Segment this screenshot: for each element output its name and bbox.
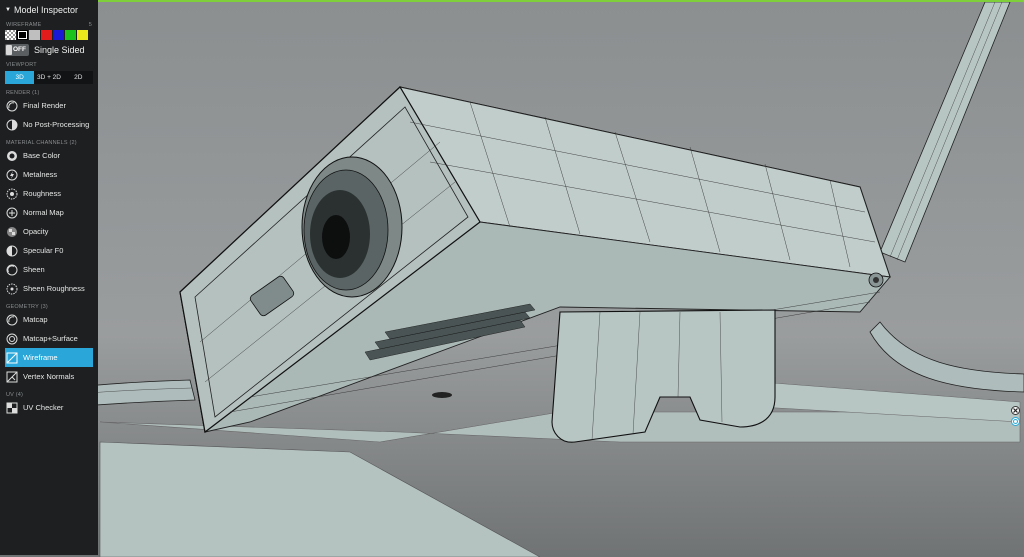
wireframe-icon bbox=[6, 352, 18, 363]
menu-item-final-render[interactable]: Final Render bbox=[0, 96, 98, 115]
wireframe-model-render bbox=[0, 2, 1024, 557]
wireframe-value: 5 bbox=[88, 22, 92, 28]
menu-item-roughness[interactable]: Roughness bbox=[0, 184, 98, 203]
uv-section-label: UV (4) bbox=[6, 392, 24, 398]
collapse-triangle-icon[interactable]: ▼ bbox=[5, 7, 11, 13]
menu-item-uv-checker[interactable]: UV Checker bbox=[0, 398, 98, 417]
viewport-side-buttons bbox=[1011, 406, 1021, 428]
menu-item-normal-map[interactable]: Normal Map bbox=[0, 203, 98, 222]
menu-item-sheen[interactable]: Sheen bbox=[0, 260, 98, 279]
info-icon[interactable] bbox=[1011, 417, 1020, 426]
menu-item-label: Base Color bbox=[23, 151, 61, 160]
menu-item-label: Vertex Normals bbox=[23, 372, 75, 381]
single-sided-row: OFF Single Sided bbox=[0, 40, 98, 56]
menu-item-label: Opacity bbox=[23, 227, 49, 236]
menu-item-label: Wireframe bbox=[23, 353, 58, 362]
half-sphere-icon bbox=[6, 119, 18, 130]
menu-item-label: UV Checker bbox=[23, 403, 64, 412]
wireframe-section-label: WIREFRAME bbox=[6, 22, 42, 28]
render-sphere-icon bbox=[6, 100, 18, 111]
opacity-checker-icon bbox=[7, 226, 17, 237]
metalness-icon bbox=[6, 169, 18, 180]
render-section-label: RENDER (1) bbox=[6, 90, 40, 96]
menu-item-label: Roughness bbox=[23, 189, 61, 198]
single-sided-label: Single Sided bbox=[34, 45, 85, 55]
swatch-green[interactable] bbox=[65, 30, 76, 40]
base-color-icon bbox=[7, 150, 17, 161]
menu-item-base-color[interactable]: Base Color bbox=[0, 146, 98, 165]
swatch-yellow[interactable] bbox=[77, 30, 88, 40]
menu-item-metalness[interactable]: Metalness bbox=[0, 165, 98, 184]
3d-viewport[interactable] bbox=[0, 0, 1024, 557]
menu-item-label: Final Render bbox=[23, 101, 66, 110]
toggle-knob bbox=[6, 45, 12, 55]
sheen-roughness-icon bbox=[6, 283, 18, 294]
roughness-icon bbox=[6, 188, 18, 199]
menu-item-vertex-normals[interactable]: Vertex Normals bbox=[0, 367, 98, 386]
menu-item-label: Normal Map bbox=[23, 208, 64, 217]
panel-header[interactable]: ▼ Model Inspector bbox=[0, 4, 98, 16]
close-icon[interactable] bbox=[1011, 406, 1020, 415]
specular-icon bbox=[6, 245, 18, 256]
menu-item-label: Specular F0 bbox=[23, 246, 64, 255]
viewport-section-header: VIEWPORT bbox=[0, 62, 98, 68]
swatch-black[interactable] bbox=[17, 30, 28, 40]
sheen-icon bbox=[6, 264, 18, 275]
menu-item-matcap-surface[interactable]: Matcap+Surface bbox=[0, 329, 98, 348]
matcap-icon bbox=[6, 314, 18, 325]
menu-item-label: Matcap+Surface bbox=[23, 334, 78, 343]
matcap-surface-icon bbox=[6, 333, 18, 344]
menu-item-opacity[interactable]: Opacity bbox=[0, 222, 98, 241]
toggle-state-text: OFF bbox=[13, 46, 26, 53]
normal-map-icon bbox=[6, 207, 18, 218]
swatch-gray[interactable] bbox=[29, 30, 40, 40]
menu-item-label: No Post-Processing bbox=[23, 120, 90, 129]
material-section-label: MATERIAL CHANNELS (2) bbox=[6, 140, 77, 146]
uv-checker-icon bbox=[6, 402, 18, 413]
menu-item-label: Sheen bbox=[23, 265, 45, 274]
swatch-checker[interactable] bbox=[5, 30, 16, 40]
menu-item-matcap[interactable]: Matcap bbox=[0, 310, 98, 329]
menu-item-no-post-processing[interactable]: No Post-Processing bbox=[0, 115, 98, 134]
vertex-normals-icon bbox=[6, 371, 18, 382]
menu-item-label: Metalness bbox=[23, 170, 58, 179]
viewport-3d-button[interactable]: 3D bbox=[5, 71, 35, 84]
viewport-2d-button[interactable]: 2D bbox=[63, 71, 93, 84]
viewport-3d-2d-button[interactable]: 3D + 2D bbox=[34, 71, 64, 84]
model-inspector-panel: ▼ Model Inspector WIREFRAME 5 OFF Single… bbox=[0, 0, 98, 555]
swatch-blue[interactable] bbox=[53, 30, 64, 40]
panel-title: Model Inspector bbox=[13, 5, 78, 15]
geometry-section-label: GEOMETRY (3) bbox=[6, 304, 48, 310]
single-sided-toggle[interactable]: OFF bbox=[5, 44, 29, 56]
menu-item-specular-f0[interactable]: Specular F0 bbox=[0, 241, 98, 260]
menu-item-label: Sheen Roughness bbox=[23, 284, 85, 293]
menu-item-label: Matcap bbox=[23, 315, 48, 324]
menu-item-wireframe[interactable]: Wireframe bbox=[5, 348, 93, 367]
swatch-red[interactable] bbox=[41, 30, 52, 40]
viewport-mode-selector: 3D 3D + 2D 2D bbox=[5, 71, 93, 84]
wireframe-color-swatches bbox=[0, 28, 98, 40]
viewport-section-label: VIEWPORT bbox=[6, 62, 37, 68]
menu-item-sheen-roughness[interactable]: Sheen Roughness bbox=[0, 279, 98, 298]
